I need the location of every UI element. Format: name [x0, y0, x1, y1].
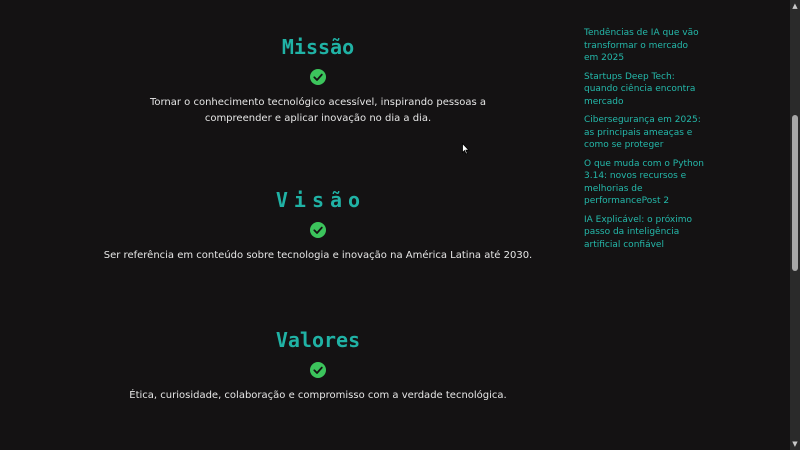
- sidebar-link-cybersecurity[interactable]: Cibersegurança em 2025: as principais am…: [584, 114, 704, 152]
- scrollbar-thumb[interactable]: [792, 115, 798, 271]
- sidebar-link-deep-tech[interactable]: Startups Deep Tech: quando ciência encon…: [584, 71, 704, 109]
- values-section: Valores Ética, curiosidade, colaboração …: [0, 328, 636, 404]
- check-circle-icon: [310, 362, 326, 378]
- arrow-up-icon[interactable]: ▲: [791, 2, 799, 10]
- sidebar-link-explainable-ai[interactable]: IA Explicável: o próximo passo da inteli…: [584, 214, 704, 252]
- mission-title: Missão: [281, 35, 355, 59]
- mission-section: Missão Tornar o conhecimento tecnológico…: [0, 35, 636, 127]
- values-text: Ética, curiosidade, colaboração e compro…: [129, 390, 507, 401]
- vision-section: Visão Ser referência em conteúdo sobre t…: [0, 188, 636, 264]
- check-circle-icon: [310, 222, 326, 238]
- vertical-scrollbar[interactable]: ▲ ▼: [790, 0, 800, 450]
- main-content: Missão Tornar o conhecimento tecnológico…: [0, 0, 636, 450]
- arrow-down-icon[interactable]: ▼: [791, 440, 799, 448]
- recent-posts-sidebar: Tendências de IA que vão transformar o m…: [584, 27, 704, 257]
- vision-text: Ser referência em conteúdo sobre tecnolo…: [103, 250, 533, 261]
- values-title: Valores: [275, 328, 361, 352]
- sidebar-link-python[interactable]: O que muda com o Python 3.14: novos recu…: [584, 158, 704, 208]
- mission-text: Tornar o conhecimento tecnológico acessí…: [149, 97, 487, 124]
- check-circle-icon: [310, 69, 326, 85]
- sidebar-link-ai-trends[interactable]: Tendências de IA que vão transformar o m…: [584, 27, 704, 65]
- vision-title: Visão: [275, 188, 367, 212]
- mouse-pointer-icon: [462, 140, 470, 155]
